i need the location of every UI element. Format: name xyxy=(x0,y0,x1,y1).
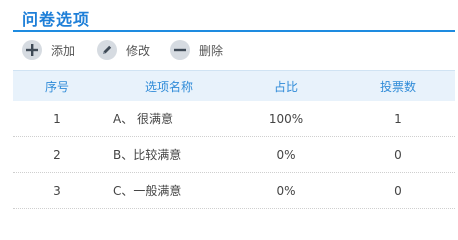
row-option-name: B、比较满意 xyxy=(113,148,182,162)
row-option-name: A、 很满意 xyxy=(113,112,174,126)
edit-button-label: 修改 xyxy=(126,43,151,58)
row-ratio: 100% xyxy=(268,111,304,126)
column-header-ratio[interactable]: 占比 xyxy=(231,78,341,95)
options-table: 序号 选项名称 占比 投票数 1 A、 很满意 100% 1 2 B、比较满意 … xyxy=(13,70,455,209)
column-header-no[interactable]: 序号 xyxy=(13,78,101,95)
row-votes: 0 xyxy=(394,147,402,162)
table-header: 序号 选项名称 占比 投票数 xyxy=(13,70,455,101)
delete-button[interactable]: 删除 xyxy=(170,38,223,62)
table-row[interactable]: 3 C、一般满意 0% 0 xyxy=(13,173,455,209)
row-votes: 0 xyxy=(394,183,402,198)
row-option-name: C、一般满意 xyxy=(113,184,182,198)
pencil-icon xyxy=(97,40,117,60)
row-votes: 1 xyxy=(394,111,402,126)
plus-icon xyxy=(22,40,42,60)
column-header-name[interactable]: 选项名称 xyxy=(101,78,231,95)
minus-icon xyxy=(170,40,190,60)
add-button-label: 添加 xyxy=(51,43,76,58)
table-row[interactable]: 2 B、比较满意 0% 0 xyxy=(13,137,455,173)
row-ratio: 0% xyxy=(276,183,296,198)
panel-title: 问卷选项 xyxy=(22,10,91,29)
row-ratio: 0% xyxy=(276,147,296,162)
delete-button-label: 删除 xyxy=(199,43,224,58)
row-no: 2 xyxy=(53,147,61,162)
row-no: 3 xyxy=(53,183,61,198)
row-no: 1 xyxy=(53,111,61,126)
column-header-votes[interactable]: 投票数 xyxy=(341,78,455,95)
edit-button[interactable]: 修改 xyxy=(97,38,150,62)
title-divider xyxy=(13,30,455,32)
add-button[interactable]: 添加 xyxy=(22,38,75,62)
table-row[interactable]: 1 A、 很满意 100% 1 xyxy=(13,101,455,137)
